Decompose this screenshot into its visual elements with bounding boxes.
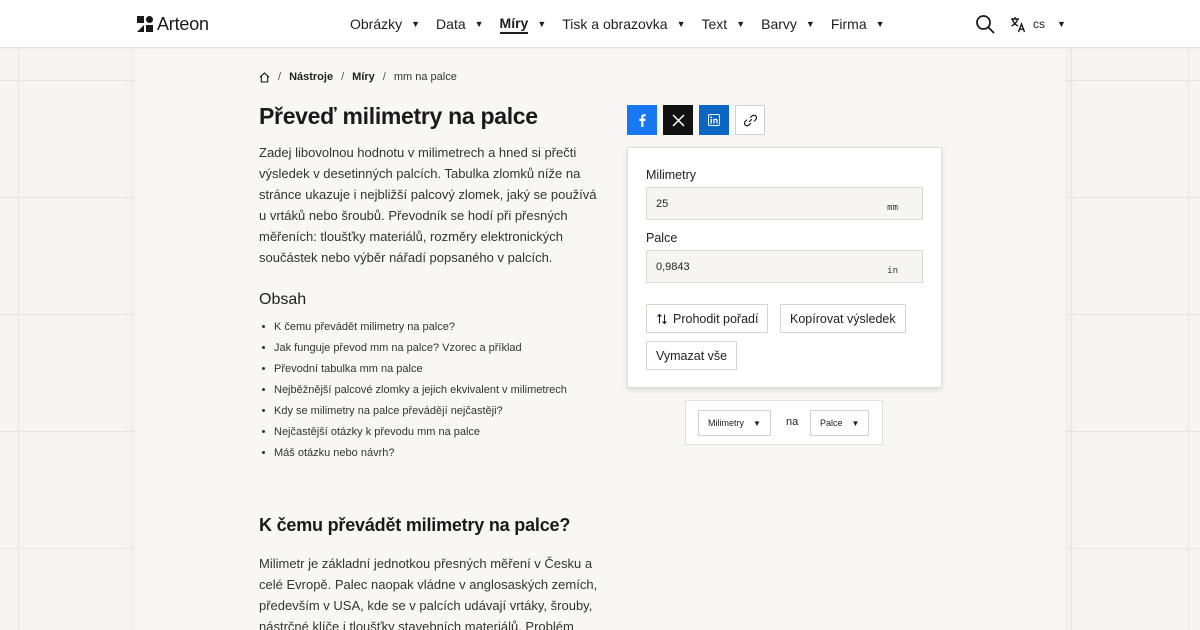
to-unit-select[interactable]: Palce ▼ [810,410,870,436]
caret-down-icon: ▼ [474,19,484,29]
mm-input[interactable] [647,188,877,219]
nav-item-text[interactable]: Text ▼ [702,0,746,48]
in-input[interactable] [647,251,877,282]
home-icon[interactable] [259,71,270,83]
unit-connector: na [786,416,799,428]
swap-label: Prohodit pořadí [673,311,759,326]
section-text: Milimetr je základní jednotkou přesných … [259,556,598,630]
breadcrumb-separator: / [278,71,282,83]
intro-text: Zadej libovolnou hodnotu v milimetrech a… [259,145,597,265]
caret-down-icon: ▼ [851,418,860,428]
toc-link[interactable]: Máš otázku nebo návrh? [274,447,394,459]
toc-item: Jak funguje převod mm na palce? Vzorec a… [259,337,619,358]
toc-item: Převodní tabulka mm na palce [259,358,619,379]
toc-link[interactable]: Nejběžnější palcové zlomky a jejich ekvi… [274,384,567,396]
copy-result-label: Kopírovat výsledek [790,311,896,326]
from-unit-value: Milimetry [708,418,744,428]
nav-item-barvy[interactable]: Barvy ▼ [761,0,815,48]
table-of-contents: K čemu převádět milimetry na palce? Jak … [259,316,619,463]
nav-label: Tisk a obrazovka [562,16,668,32]
copy-link-button[interactable] [735,105,765,135]
swap-icon [657,313,667,324]
caret-down-icon: ▼ [736,19,746,29]
in-label: Palce [646,231,678,245]
nav-label: Míry [499,15,529,34]
translate-icon [1011,16,1026,32]
in-unit: in [887,266,898,276]
toc-heading: Obsah [259,291,307,308]
caret-down-icon: ▼ [1057,19,1066,29]
nav-item-firma[interactable]: Firma ▼ [831,0,885,48]
from-unit-select[interactable]: Milimetry ▼ [698,410,771,436]
swap-button[interactable]: Prohodit pořadí [646,304,769,333]
page-title: Převeď milimetry na palce [259,103,538,129]
share-facebook-button[interactable] [627,105,657,135]
toc-link[interactable]: Kdy se milimetry na palce převádějí nejč… [274,405,503,417]
breadcrumb-separator: / [382,71,386,83]
toc-item: Máš otázku nebo návrh? [259,442,619,463]
language-switcher[interactable]: cs ▼ [1010,15,1066,33]
search-icon [976,15,995,34]
caret-down-icon: ▼ [753,418,761,428]
logo-icon [137,16,153,32]
main-nav: Obrázky ▼ Data ▼ Míry ▼ Tisk a obrazovka… [350,0,901,48]
converter-panel: Milimetry mm Palce in Prohodit pořadí Ko… [627,147,942,388]
toc-link[interactable]: Jak funguje převod mm na palce? Vzorec a… [274,342,522,354]
nav-item-obrazky[interactable]: Obrázky ▼ [350,0,420,48]
site-header: Arteon Obrázky ▼ Data ▼ Míry ▼ Tisk a ob… [0,0,1200,48]
share-buttons [627,105,765,135]
to-unit-value: Palce [820,418,843,428]
toc-item: Kdy se milimetry na palce převádějí nejč… [259,400,619,421]
breadcrumb-item-current: mm na palce [393,71,457,83]
search-button[interactable] [975,14,995,34]
nav-item-miry[interactable]: Míry ▼ [499,0,547,48]
linkedin-icon [708,114,720,126]
language-code: cs [1033,17,1045,31]
toc-link[interactable]: Nejčastější otázky k převodu mm na palce [274,426,480,438]
share-linkedin-button[interactable] [699,105,729,135]
x-icon [671,113,685,127]
caret-down-icon: ▼ [805,19,815,29]
mm-field: mm [646,187,923,220]
breadcrumb-item-miry[interactable]: Míry [352,71,375,83]
toc-item: Nejčastější otázky k převodu mm na palce [259,421,619,442]
caret-down-icon: ▼ [411,19,421,29]
breadcrumb-separator: / [341,71,345,83]
share-x-button[interactable] [663,105,693,135]
unit-selector: Milimetry ▼ na Palce ▼ [685,400,883,445]
breadcrumb-item-nastroje[interactable]: Nástroje [289,71,333,83]
clear-all-label: Vymazat vše [656,348,728,363]
nav-item-data[interactable]: Data ▼ [436,0,484,48]
in-field: in [646,250,923,283]
toc-item: K čemu převádět milimetry na palce? [259,316,619,337]
mm-label: Milimetry [646,168,696,182]
copy-result-button[interactable]: Kopírovat výsledek [780,304,906,333]
logo[interactable]: Arteon [137,14,209,34]
nav-label: Data [436,16,466,32]
nav-label: Obrázky [350,16,403,32]
nav-label: Barvy [761,16,797,32]
facebook-icon [639,114,646,127]
caret-down-icon: ▼ [537,19,547,29]
breadcrumb: / Nástroje / Míry / mm na palce [259,69,457,85]
nav-item-tisk[interactable]: Tisk a obrazovka ▼ [562,0,685,48]
nav-label: Firma [830,16,867,32]
toc-link[interactable]: K čemu převádět milimetry na palce? [274,321,455,333]
section-title: K čemu převádět milimetry na palce? [259,515,571,535]
nav-label: Text [701,16,728,32]
logo-text: Arteon [157,13,209,34]
clear-all-button[interactable]: Vymazat vše [646,341,738,370]
link-icon [743,114,757,126]
caret-down-icon: ▼ [875,19,885,29]
toc-item: Nejběžnější palcové zlomky a jejich ekvi… [259,379,619,400]
mm-unit: mm [887,203,898,213]
toc-link[interactable]: Převodní tabulka mm na palce [274,363,423,375]
caret-down-icon: ▼ [676,19,686,29]
